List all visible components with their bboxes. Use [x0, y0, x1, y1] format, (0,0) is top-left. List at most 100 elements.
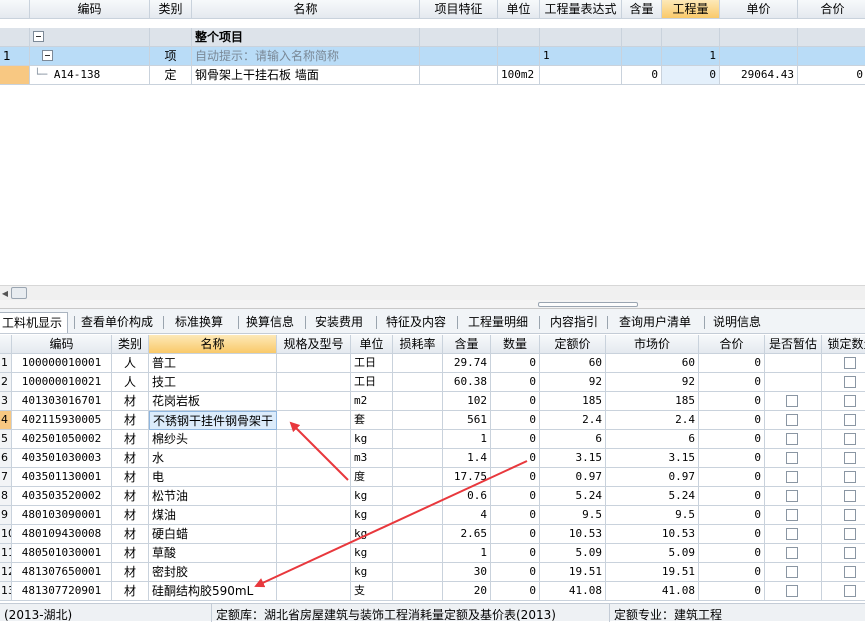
- spec-cell[interactable]: [277, 506, 351, 525]
- tab-features-content[interactable]: 特征及内容: [381, 312, 451, 333]
- quota-price-cell[interactable]: 60: [540, 354, 606, 373]
- resource-grid[interactable]: 编码 类别 名称 规格及型号 单位 损耗率 含量 数量 定额价 市场价 合价 是…: [0, 335, 865, 603]
- price-cell[interactable]: 29064.43: [720, 66, 798, 85]
- loss-rate-cell[interactable]: [393, 430, 443, 449]
- lock-qty-cell[interactable]: [822, 373, 865, 392]
- type-cell[interactable]: 材: [112, 563, 149, 582]
- market-price-cell[interactable]: 3.15: [606, 449, 699, 468]
- header-code[interactable]: 编码: [12, 335, 112, 354]
- name-cell[interactable]: 硬白蜡: [149, 525, 277, 544]
- type-cell[interactable]: 人: [112, 354, 149, 373]
- code-cell[interactable]: 480103090001: [12, 506, 112, 525]
- total-cell[interactable]: 0: [699, 354, 765, 373]
- quantity-cell[interactable]: 1: [662, 47, 720, 66]
- market-price-cell[interactable]: 0.97: [606, 468, 699, 487]
- unit-cell[interactable]: kg: [351, 430, 393, 449]
- lock-qty-cell[interactable]: [822, 563, 865, 582]
- quota-price-cell[interactable]: 9.5: [540, 506, 606, 525]
- lock-qty-checkbox[interactable]: [844, 547, 856, 559]
- qty-cell[interactable]: 0: [491, 506, 540, 525]
- quota-price-cell[interactable]: 92: [540, 373, 606, 392]
- code-cell[interactable]: 481307650001: [12, 563, 112, 582]
- unit-cell[interactable]: [498, 47, 540, 66]
- header-type[interactable]: 类别: [112, 335, 149, 354]
- content-cell[interactable]: 2.65: [443, 525, 491, 544]
- content-cell[interactable]: 4: [443, 506, 491, 525]
- total-cell[interactable]: 0: [699, 392, 765, 411]
- lock-qty-checkbox[interactable]: [844, 585, 856, 597]
- code-cell[interactable]: 480109430008: [12, 525, 112, 544]
- content-cell[interactable]: 1: [443, 544, 491, 563]
- collapse-icon[interactable]: [33, 31, 44, 42]
- unit-cell[interactable]: m3: [351, 449, 393, 468]
- estimate-checkbox[interactable]: [786, 471, 798, 483]
- table-row[interactable]: 5 402501050002 材棉纱头 kg 1 0 6 6 0: [0, 430, 865, 449]
- expression-cell[interactable]: 1: [540, 47, 622, 66]
- spec-cell[interactable]: [277, 544, 351, 563]
- spec-cell[interactable]: [277, 563, 351, 582]
- loss-rate-cell[interactable]: [393, 354, 443, 373]
- lock-qty-cell[interactable]: [822, 525, 865, 544]
- feature-cell[interactable]: [420, 66, 498, 85]
- content-cell[interactable]: 0: [622, 66, 662, 85]
- name-cell[interactable]: 煤油: [149, 506, 277, 525]
- market-price-cell[interactable]: 2.4: [606, 411, 699, 430]
- quantity-cell[interactable]: 0: [662, 66, 720, 85]
- lock-qty-checkbox[interactable]: [844, 395, 856, 407]
- type-cell[interactable]: 材: [112, 449, 149, 468]
- qty-cell[interactable]: 0: [491, 449, 540, 468]
- lock-qty-checkbox[interactable]: [844, 566, 856, 578]
- market-price-cell[interactable]: 19.51: [606, 563, 699, 582]
- type-cell[interactable]: 材: [112, 468, 149, 487]
- quota-price-cell[interactable]: 2.4: [540, 411, 606, 430]
- quota-grid[interactable]: 编码 类别 名称 项目特征 单位 工程量表达式 含量 工程量 单价 合价 整个项…: [0, 0, 865, 285]
- header-feature[interactable]: 项目特征: [420, 0, 498, 19]
- table-row[interactable]: 9 480103090001 材煤油 kg 4 0 9.5 9.5 0: [0, 506, 865, 525]
- lock-qty-cell[interactable]: [822, 468, 865, 487]
- header-unit[interactable]: 单位: [351, 335, 393, 354]
- unit-cell[interactable]: 套: [351, 411, 393, 430]
- type-cell[interactable]: [150, 28, 192, 47]
- spec-cell[interactable]: [277, 487, 351, 506]
- loss-rate-cell[interactable]: [393, 449, 443, 468]
- estimate-checkbox[interactable]: [786, 414, 798, 426]
- estimate-checkbox[interactable]: [786, 509, 798, 521]
- total-cell[interactable]: [798, 47, 865, 66]
- loss-rate-cell[interactable]: [393, 563, 443, 582]
- content-cell[interactable]: 29.74: [443, 354, 491, 373]
- quota-price-cell[interactable]: 3.15: [540, 449, 606, 468]
- header-content[interactable]: 含量: [622, 0, 662, 19]
- tab-query-user-list[interactable]: 查询用户清单: [614, 312, 696, 333]
- content-cell[interactable]: 1.4: [443, 449, 491, 468]
- lock-qty-cell[interactable]: [822, 506, 865, 525]
- header-price[interactable]: 单价: [720, 0, 798, 19]
- tab-description-info[interactable]: 说明信息: [708, 312, 766, 333]
- code-cell[interactable]: 401303016701: [12, 392, 112, 411]
- lock-qty-cell[interactable]: [822, 354, 865, 373]
- lock-qty-cell[interactable]: [822, 411, 865, 430]
- spec-cell[interactable]: [277, 430, 351, 449]
- name-cell[interactable]: 整个项目: [192, 28, 420, 47]
- code-cell[interactable]: 481307720901: [12, 582, 112, 601]
- lock-qty-checkbox[interactable]: [844, 509, 856, 521]
- name-cell[interactable]: 电: [149, 468, 277, 487]
- code-cell[interactable]: 403501130001: [12, 468, 112, 487]
- header-quota-price[interactable]: 定额价: [540, 335, 606, 354]
- code-cell[interactable]: └─ A14-138: [30, 66, 150, 85]
- name-cell[interactable]: 棉纱头: [149, 430, 277, 449]
- market-price-cell[interactable]: 5.24: [606, 487, 699, 506]
- quota-price-cell[interactable]: 185: [540, 392, 606, 411]
- unit-cell[interactable]: m2: [351, 392, 393, 411]
- code-cell[interactable]: 403503520002: [12, 487, 112, 506]
- type-cell[interactable]: 材: [112, 392, 149, 411]
- header-lock-qty[interactable]: 锁定数量: [822, 335, 865, 354]
- unit-cell[interactable]: kg: [351, 506, 393, 525]
- estimate-cell[interactable]: [765, 582, 822, 601]
- content-cell[interactable]: 17.75: [443, 468, 491, 487]
- tab-labor-material-machine[interactable]: 工料机显示: [0, 312, 69, 333]
- unit-cell[interactable]: 工日: [351, 373, 393, 392]
- qty-cell[interactable]: 0: [491, 411, 540, 430]
- table-row[interactable]: 10480109430008材硬白蜡kg2.65010.5310.530: [0, 525, 865, 544]
- item-row[interactable]: 1 项 自动提示：请输入名称简称 1 1: [0, 47, 865, 66]
- header-loss-rate[interactable]: 损耗率: [393, 335, 443, 354]
